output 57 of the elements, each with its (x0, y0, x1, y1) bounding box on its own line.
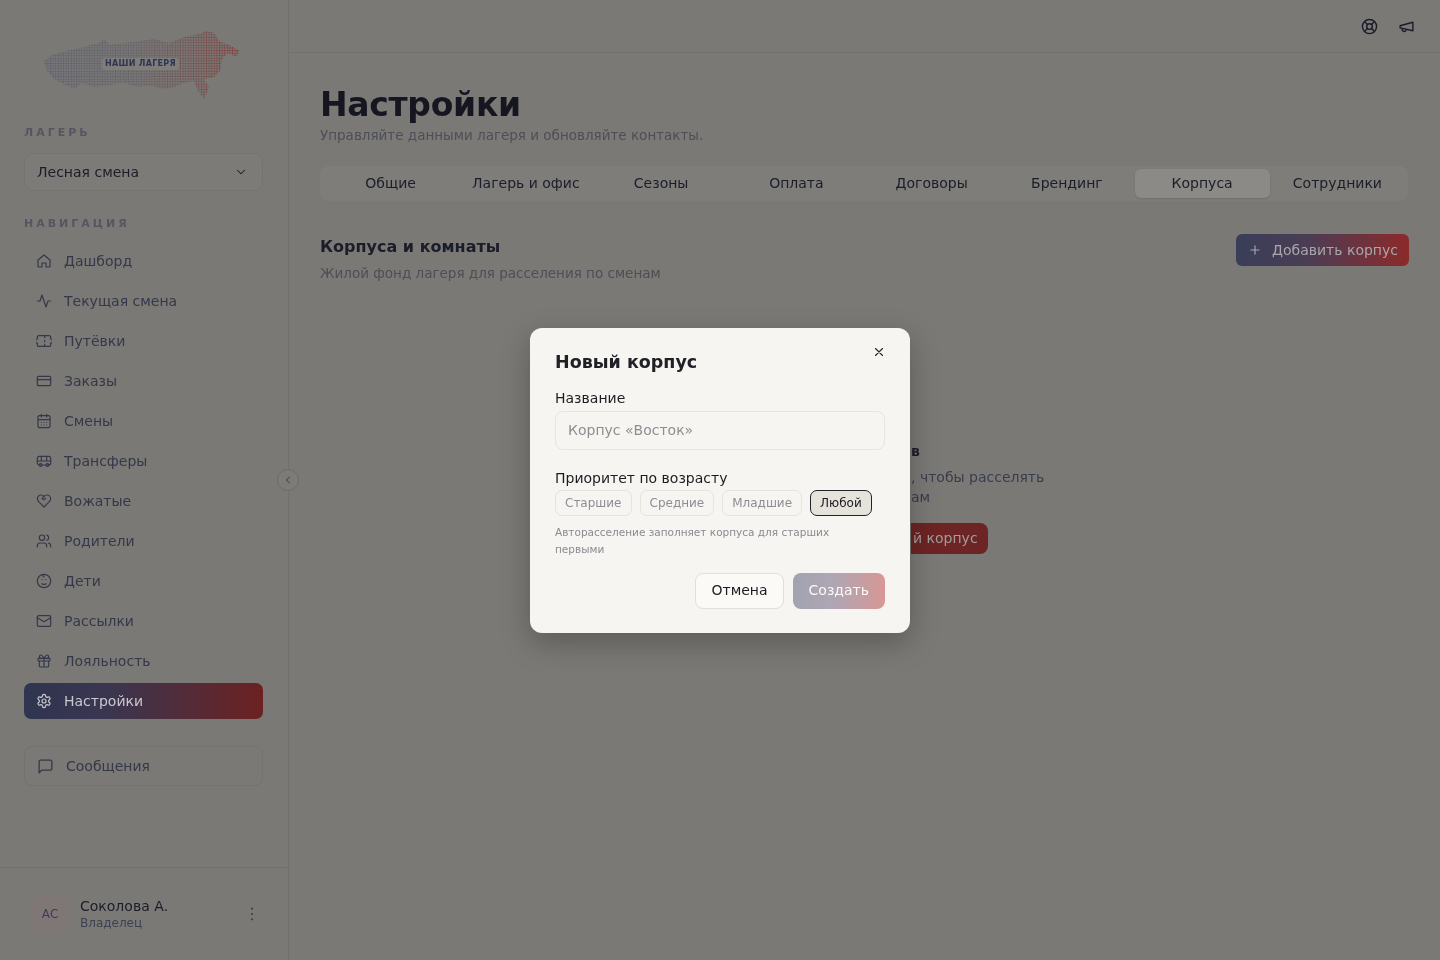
nav-item[interactable]: Родители (24, 523, 263, 559)
nav-item[interactable]: Лояльность (24, 643, 263, 679)
age-option[interactable]: Старшие (555, 489, 632, 516)
nav-item[interactable]: Путёвки (24, 323, 263, 359)
messages-link[interactable]: Сообщения (24, 746, 263, 786)
tab[interactable]: Корпуса (1134, 169, 1270, 198)
mail-icon (36, 613, 52, 629)
nav-item[interactable]: Настройки (24, 683, 263, 719)
user-name: Соколова А. (80, 897, 169, 915)
dialog-title: Новый корпус (555, 350, 698, 374)
tab[interactable]: Лагерь и офис (458, 169, 594, 198)
nav-item[interactable]: Смены (24, 403, 263, 439)
tab[interactable]: Договоры (864, 169, 1000, 198)
empty-state-text: , чтобы расселять ам (911, 468, 1046, 507)
empty-state-title: в (911, 442, 921, 460)
calendar-icon (36, 413, 52, 429)
heart-icon (36, 493, 52, 509)
field-label: Название (555, 388, 627, 408)
avatar: АС (32, 896, 68, 932)
smiley-icon (36, 573, 52, 589)
nav-item[interactable]: Заказы (24, 363, 263, 399)
tab[interactable]: Общие (323, 169, 459, 198)
kebab-menu-icon[interactable] (250, 907, 254, 921)
pulse-icon (36, 293, 52, 309)
tab[interactable]: Брендинг (999, 169, 1135, 198)
create-building-button[interactable]: й корпус (911, 523, 988, 554)
bus-icon (36, 453, 52, 469)
message-icon (37, 757, 54, 775)
field-label: Приоритет по возрасту (555, 468, 729, 488)
nav-item[interactable]: Дашборд (24, 243, 263, 279)
section-title: Корпуса и комнаты (320, 237, 502, 257)
age-option[interactable]: Младшие (722, 489, 803, 516)
plus-icon (1248, 243, 1263, 257)
lifebuoy-icon[interactable] (1361, 17, 1378, 35)
tab[interactable]: Оплата (728, 169, 864, 198)
user-role: Владелец (80, 915, 144, 931)
nav-item[interactable]: Трансферы (24, 443, 263, 479)
settings-icon (36, 693, 52, 709)
gift-icon (36, 653, 52, 669)
nav-item[interactable]: Рассылки (24, 603, 263, 639)
nav-item[interactable]: Вожатые (24, 483, 263, 519)
ticket-icon (36, 333, 52, 349)
page-title: Настройки (320, 86, 522, 124)
name-input[interactable]: Корпус «Восток» (555, 410, 885, 450)
users-icon (36, 533, 52, 549)
cancel-button[interactable]: Отмена (695, 572, 784, 609)
card-icon (36, 373, 52, 389)
age-option[interactable]: Любой (810, 489, 872, 516)
tab[interactable]: Сотрудники (1269, 169, 1405, 198)
nav-item[interactable]: Текущая смена (24, 283, 263, 319)
hint-text: Авторасселение заполняет корпуса для старших первыми (555, 524, 831, 557)
home-icon (36, 253, 52, 269)
add-building-button[interactable]: Добавить корпус (1236, 234, 1409, 266)
camp-select[interactable]: Лесная смена (24, 153, 263, 191)
tab[interactable]: Сезоны (593, 169, 729, 198)
age-option[interactable]: Средние (639, 489, 715, 516)
nav-item[interactable]: Дети (24, 563, 263, 599)
